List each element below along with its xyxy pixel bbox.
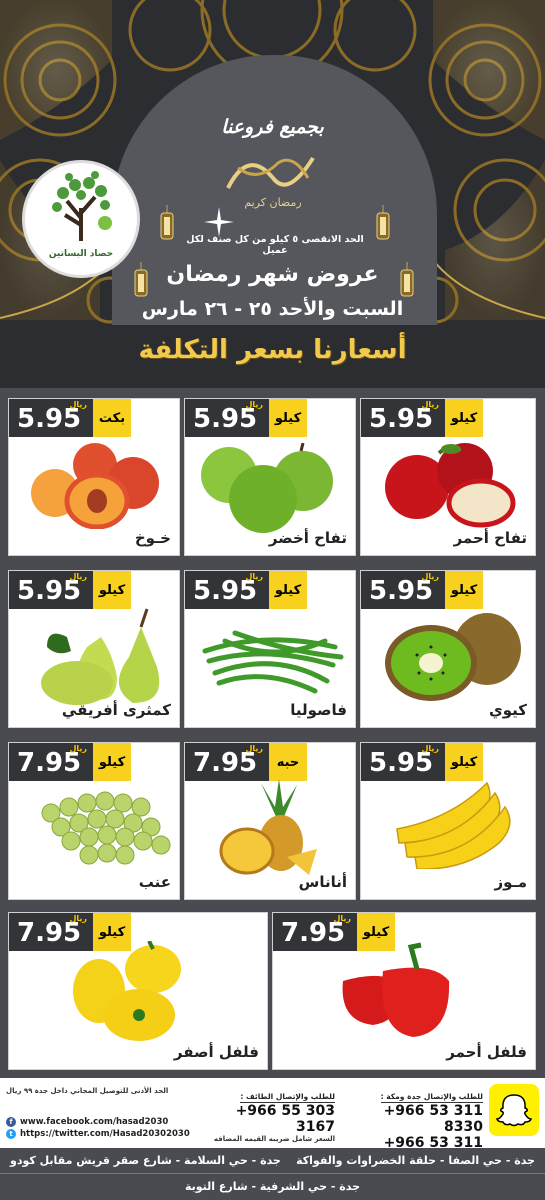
unit-label: كيلو bbox=[445, 399, 483, 437]
unit-label: كيلو bbox=[93, 571, 131, 609]
jeddah-label: للطلب والإتصال جدة ومكة : bbox=[380, 1092, 483, 1103]
product-card[interactable]: 5.95 ريال كيلو مـوز bbox=[360, 742, 536, 900]
unit-label: كيلو bbox=[93, 743, 131, 781]
product-name: تفاح أخضر bbox=[268, 529, 347, 547]
ghost-icon bbox=[496, 1094, 532, 1127]
currency-label: ريال bbox=[245, 572, 263, 581]
green-apple-icon bbox=[201, 443, 333, 533]
product-grid: 5.95 ريال كيلو تفاح أحمر 5.95 ريال كيلو تف… bbox=[0, 388, 545, 1078]
product-card[interactable]: 5.95 ريال كيلو تفاح أخضر bbox=[184, 398, 356, 556]
product-card[interactable]: 5.95 ريال كيلو كيوي bbox=[360, 570, 536, 728]
offer-dates: السبت والأحد ٢٥ - ٢٦ مارس bbox=[141, 298, 404, 320]
logo-text: حصاد البساتين bbox=[48, 249, 114, 259]
currency-label: ريال bbox=[69, 400, 87, 409]
price-tag: 7.95 ريال كيلو bbox=[9, 743, 131, 781]
tree-icon bbox=[52, 171, 112, 241]
ramadan-calligraphy: رمضان كريم bbox=[226, 156, 315, 209]
product-card[interactable]: 7.95 ريال كيلو فلفل أحمر bbox=[272, 912, 536, 1070]
branch-address: جدة - حي الصفا - حلقة الخضراوات والفواكة bbox=[296, 1154, 535, 1167]
product-name: أناناس bbox=[298, 873, 347, 891]
taif-contact: للطلب والإتصال الطائف : +966 55 303 3167… bbox=[197, 1084, 335, 1143]
phone-number[interactable]: +966 53 311 8330 bbox=[343, 1103, 483, 1135]
red-apple-icon bbox=[385, 443, 516, 528]
taif-label: للطلب والإتصال الطائف : bbox=[240, 1092, 335, 1103]
branches-title: بجميع فروعنا bbox=[221, 116, 324, 138]
logo: حصاد البساتين bbox=[22, 160, 140, 278]
price-tag: 5.95 ريال كيلو bbox=[185, 399, 307, 437]
price-tag: 5.95 ريال كيلو bbox=[9, 571, 131, 609]
product-card[interactable]: 5.95 ريال كيلو فاصوليا bbox=[184, 570, 356, 728]
price-tag: 5.95 ريال كيلو bbox=[185, 571, 307, 609]
pineapple-icon bbox=[219, 779, 317, 875]
product-card[interactable]: 7.95 ريال كيلو فلفل أصفر bbox=[8, 912, 268, 1070]
grapes-icon bbox=[41, 791, 171, 865]
currency-label: ريال bbox=[69, 744, 87, 753]
unit-label: كيلو bbox=[269, 571, 307, 609]
vat-note: السعر شامل ضريبه القيمه المضافه bbox=[213, 1135, 335, 1143]
kiwi-icon bbox=[385, 613, 521, 701]
price-tag: 5.95 ريال كيلو bbox=[361, 743, 483, 781]
price-tag: 5.95 ريال كيلو bbox=[361, 571, 483, 609]
branch-list: جدة - حي الصفا - حلقة الخضراوات والفواكة… bbox=[0, 1148, 545, 1200]
currency-label: ريال bbox=[421, 400, 439, 409]
peach-icon bbox=[31, 443, 159, 529]
footer: للطلب والإتصال جدة ومكة : +966 53 311 83… bbox=[0, 1078, 545, 1200]
divider bbox=[0, 1173, 545, 1174]
pear-icon bbox=[41, 608, 160, 705]
snapchat-icon[interactable] bbox=[489, 1084, 539, 1136]
green-beans-icon bbox=[202, 630, 344, 694]
product-name: خـوخ bbox=[134, 529, 171, 547]
price-tag: 5.95 ريال كيلو bbox=[361, 399, 483, 437]
phone-number[interactable]: +966 55 303 3167 bbox=[197, 1103, 335, 1135]
unit-label: كيلو bbox=[269, 399, 307, 437]
product-name: تفاح أحمر bbox=[453, 529, 527, 547]
product-name: فلفل أصفر bbox=[173, 1043, 259, 1061]
contact-panel: للطلب والإتصال جدة ومكة : +966 53 311 83… bbox=[0, 1078, 545, 1167]
price-tag: 7.95 ريال حبه bbox=[185, 743, 307, 781]
price-tag: 5.95 ريال بكت bbox=[9, 399, 131, 437]
product-name: فاصوليا bbox=[290, 701, 347, 719]
currency-label: ريال bbox=[245, 744, 263, 753]
unit-label: حبه bbox=[269, 743, 307, 781]
unit-label: بكت bbox=[93, 399, 131, 437]
branch-address: جدة - حي السلامة - شارع صقر قريش مقابل ك… bbox=[10, 1154, 281, 1167]
limit-note: الحد الانقصى ٥ كيلو من كل صنف لكل عميل bbox=[186, 234, 364, 256]
lantern-icon bbox=[160, 205, 174, 240]
product-card[interactable]: 5.95 ريال كيلو كمثرى أفريقي bbox=[8, 570, 180, 728]
product-name: كمثرى أفريقي bbox=[61, 701, 171, 719]
currency-label: ريال bbox=[333, 914, 351, 923]
lantern-icon bbox=[376, 205, 390, 240]
svg-text:رمضان كريم: رمضان كريم bbox=[244, 196, 301, 209]
header-banner: بجميع فروعنا رمضان كريم الحد الانقصى ٥ ك… bbox=[0, 0, 545, 388]
banana-icon bbox=[396, 781, 511, 869]
currency-label: ريال bbox=[69, 572, 87, 581]
social-links: f www.facebook.com/hasad2030 t https://twi… bbox=[6, 1116, 190, 1140]
product-card[interactable]: 5.95 ريال بكت خـوخ bbox=[8, 398, 180, 556]
product-name: كيوي bbox=[489, 701, 527, 719]
facebook-link[interactable]: www.facebook.com/hasad2030 bbox=[20, 1116, 168, 1128]
twitter-link[interactable]: https://twitter.com/Hasad20302030 bbox=[20, 1128, 190, 1140]
facebook-icon: f bbox=[6, 1117, 16, 1127]
product-name: فلفل أحمر bbox=[446, 1043, 527, 1061]
currency-label: ريال bbox=[421, 744, 439, 753]
min-order-note: الحد الأدنى للتوصيل المجاني داخل جدة ٩٩ … bbox=[6, 1087, 169, 1095]
unit-label: كيلو bbox=[445, 743, 483, 781]
sparkle-icon bbox=[204, 207, 234, 237]
red-pepper-icon bbox=[342, 942, 450, 1037]
unit-label: كيلو bbox=[445, 571, 483, 609]
branch-address: جدة - حي الشرفية - شارع التوبة bbox=[184, 1180, 361, 1193]
currency-label: ريال bbox=[245, 400, 263, 409]
product-card[interactable]: 5.95 ريال كيلو تفاح أحمر bbox=[360, 398, 536, 556]
product-name: عنب bbox=[138, 873, 171, 891]
currency-label: ريال bbox=[69, 914, 87, 923]
product-card[interactable]: 7.95 ريال كيلو عنب bbox=[8, 742, 180, 900]
yellow-pepper-icon bbox=[73, 941, 181, 1041]
twitter-icon: t bbox=[6, 1129, 16, 1139]
product-name: مـوز bbox=[494, 873, 527, 891]
currency-label: ريال bbox=[421, 572, 439, 581]
product-card[interactable]: 7.95 ريال حبه أناناس bbox=[184, 742, 356, 900]
cost-banner: أسعارنا بسعر التكلفة bbox=[138, 335, 407, 365]
